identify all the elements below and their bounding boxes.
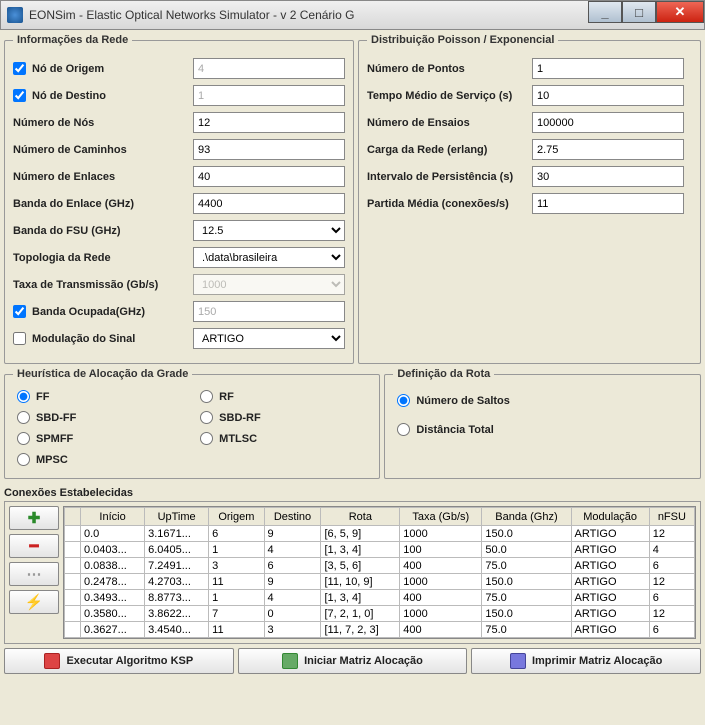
num-ensaios-label: Número de Ensaios bbox=[367, 117, 470, 129]
banda-ocupada-checkbox[interactable] bbox=[13, 305, 26, 318]
num-pontos-input[interactable] bbox=[532, 58, 684, 79]
carga-label: Carga da Rede (erlang) bbox=[367, 144, 487, 156]
table-row[interactable]: 0.3580...3.8622...70[7, 2, 1, 0]1000150.… bbox=[65, 606, 695, 622]
minus-icon: ━ bbox=[29, 537, 38, 555]
table-row[interactable]: 0.2478...4.2703...119[11, 10, 9]1000150.… bbox=[65, 574, 695, 590]
title-bar: EONSim - Elastic Optical Networks Simula… bbox=[0, 0, 705, 30]
num-nos-label: Número de Nós bbox=[13, 117, 94, 129]
window-title: EONSim - Elastic Optical Networks Simula… bbox=[29, 8, 354, 22]
minimize-button[interactable]: _ bbox=[588, 1, 622, 23]
intervalo-input[interactable] bbox=[532, 166, 684, 187]
remove-connection-button[interactable]: ━ bbox=[9, 534, 59, 558]
maximize-button[interactable]: □ bbox=[622, 1, 656, 23]
close-button[interactable]: ✕ bbox=[656, 1, 704, 23]
connections-label: Conexões Estabelecidas bbox=[4, 485, 701, 501]
no-destino-input[interactable] bbox=[193, 85, 345, 106]
topologia-select[interactable]: .\data\brasileira bbox=[193, 247, 345, 268]
no-origem-checkbox[interactable] bbox=[13, 62, 26, 75]
banda-enlace-input[interactable] bbox=[193, 193, 345, 214]
modulacao-checkbox[interactable] bbox=[13, 332, 26, 345]
tempo-servico-input[interactable] bbox=[532, 85, 684, 106]
table-header[interactable]: Rota bbox=[321, 508, 400, 526]
taxa-label: Taxa de Transmissão (Gb/s) bbox=[13, 279, 158, 291]
poisson-legend: Distribuição Poisson / Exponencial bbox=[367, 34, 558, 46]
edit-icon: ⋯ bbox=[27, 565, 42, 583]
table-header[interactable]: UpTime bbox=[145, 508, 209, 526]
flash-connection-button[interactable]: ⚡ bbox=[9, 590, 59, 614]
topologia-label: Topologia da Rede bbox=[13, 252, 111, 264]
banda-enlace-label: Banda do Enlace (GHz) bbox=[13, 198, 134, 210]
table-header[interactable]: nFSU bbox=[649, 508, 694, 526]
table-row[interactable]: 0.0838...7.2491...36[3, 5, 6]40075.0ARTI… bbox=[65, 558, 695, 574]
table-header[interactable]: Origem bbox=[209, 508, 264, 526]
rota-saltos[interactable]: Número de Saltos bbox=[397, 394, 688, 407]
heuristic-ff[interactable]: FF bbox=[17, 390, 188, 403]
intervalo-label: Intervalo de Persistência (s) bbox=[367, 171, 513, 183]
num-pontos-label: Número de Pontos bbox=[367, 63, 465, 75]
rota-legend: Definição da Rota bbox=[393, 368, 494, 380]
poisson-group: Distribuição Poisson / Exponencial Númer… bbox=[358, 34, 701, 364]
lightning-icon: ⚡ bbox=[25, 593, 44, 611]
partida-input[interactable] bbox=[532, 193, 684, 214]
heuristic-sbd-rf[interactable]: SBD-RF bbox=[200, 411, 371, 424]
heuristic-mpsc[interactable]: MPSC bbox=[17, 453, 188, 466]
tempo-servico-label: Tempo Médio de Serviço (s) bbox=[367, 90, 512, 102]
connections-table-wrap[interactable]: InícioUpTimeOrigemDestinoRotaTaxa (Gb/s)… bbox=[63, 506, 696, 639]
modulacao-select[interactable]: ARTIGO bbox=[193, 328, 345, 349]
iniciar-icon bbox=[282, 653, 298, 669]
table-header[interactable]: Modulação bbox=[571, 508, 649, 526]
no-destino-label: Nó de Destino bbox=[32, 90, 106, 102]
heuristic-sbd-ff[interactable]: SBD-FF bbox=[17, 411, 188, 424]
ksp-icon bbox=[44, 653, 60, 669]
heuristic-spmff[interactable]: SPMFF bbox=[17, 432, 188, 445]
num-ensaios-input[interactable] bbox=[532, 112, 684, 133]
heuristica-group: Heurística de Alocação da Grade FF RF SB… bbox=[4, 368, 380, 479]
banda-ocupada-input[interactable] bbox=[193, 301, 345, 322]
modulacao-label: Modulação do Sinal bbox=[32, 333, 135, 345]
banda-ocupada-label: Banda Ocupada(GHz) bbox=[32, 306, 145, 318]
table-header[interactable]: Taxa (Gb/s) bbox=[400, 508, 482, 526]
table-row[interactable]: 0.0403...6.0405...14[1, 3, 4]10050.0ARTI… bbox=[65, 542, 695, 558]
heuristica-legend: Heurística de Alocação da Grade bbox=[13, 368, 192, 380]
imprimir-matriz-button[interactable]: Imprimir Matriz Alocação bbox=[471, 648, 701, 674]
table-header[interactable]: Início bbox=[81, 508, 145, 526]
banda-fsu-label: Banda do FSU (GHz) bbox=[13, 225, 121, 237]
rota-distancia[interactable]: Distância Total bbox=[397, 423, 688, 436]
num-caminhos-label: Número de Caminhos bbox=[13, 144, 127, 156]
informacoes-rede-group: Informações da Rede Nó de Origem Nó de D… bbox=[4, 34, 354, 364]
banda-fsu-select[interactable]: 12.5 bbox=[193, 220, 345, 241]
num-enlaces-label: Número de Enlaces bbox=[13, 171, 115, 183]
table-row[interactable]: 0.3627...3.4540...113[11, 7, 2, 3]40075.… bbox=[65, 622, 695, 638]
num-nos-input[interactable] bbox=[193, 112, 345, 133]
table-header[interactable]: Destino bbox=[264, 508, 321, 526]
rota-group: Definição da Rota Número de Saltos Distâ… bbox=[384, 368, 701, 479]
heuristic-mtlsc[interactable]: MTLSC bbox=[200, 432, 371, 445]
num-enlaces-input[interactable] bbox=[193, 166, 345, 187]
taxa-select: 1000 bbox=[193, 274, 345, 295]
partida-label: Partida Média (conexões/s) bbox=[367, 198, 509, 210]
table-header[interactable]: Banda (Ghz) bbox=[482, 508, 571, 526]
table-row[interactable]: 0.3493...8.8773...14[1, 3, 4]40075.0ARTI… bbox=[65, 590, 695, 606]
app-icon bbox=[7, 7, 23, 23]
connections-table: InícioUpTimeOrigemDestinoRotaTaxa (Gb/s)… bbox=[64, 507, 695, 638]
carga-input[interactable] bbox=[532, 139, 684, 160]
informacoes-rede-legend: Informações da Rede bbox=[13, 34, 132, 46]
iniciar-matriz-button[interactable]: Iniciar Matriz Alocação bbox=[238, 648, 468, 674]
no-destino-checkbox[interactable] bbox=[13, 89, 26, 102]
num-caminhos-input[interactable] bbox=[193, 139, 345, 160]
no-origem-label: Nó de Origem bbox=[32, 63, 104, 75]
table-row[interactable]: 0.03.1671...69[6, 5, 9]1000150.0ARTIGO12 bbox=[65, 526, 695, 542]
edit-connection-button[interactable]: ⋯ bbox=[9, 562, 59, 586]
executar-ksp-button[interactable]: Executar Algoritmo KSP bbox=[4, 648, 234, 674]
heuristic-rf[interactable]: RF bbox=[200, 390, 371, 403]
imprimir-icon bbox=[510, 653, 526, 669]
add-connection-button[interactable]: ✚ bbox=[9, 506, 59, 530]
plus-icon: ✚ bbox=[28, 509, 41, 527]
no-origem-input[interactable] bbox=[193, 58, 345, 79]
